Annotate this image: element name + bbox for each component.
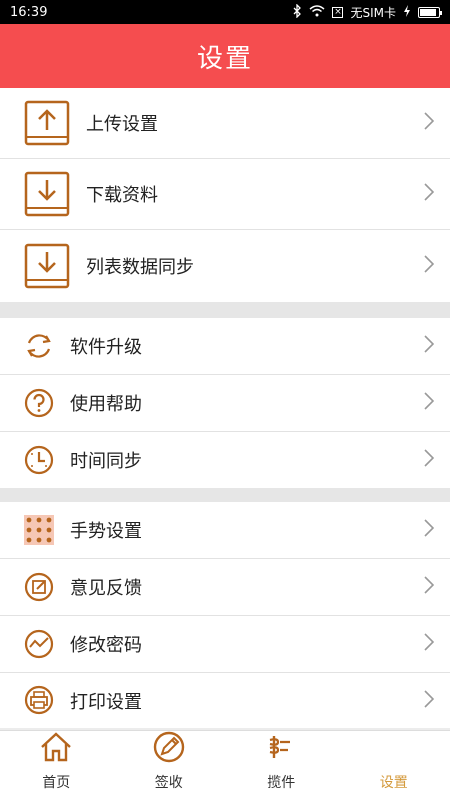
menu-item-list-sync[interactable]: 列表数据同步	[0, 230, 450, 302]
tab-home[interactable]: 首页	[0, 731, 113, 800]
section-divider	[0, 488, 450, 502]
gesture-grid-icon	[24, 515, 54, 545]
tab-pickup[interactable]: 揽件	[225, 731, 338, 800]
tab-label: 首页	[42, 775, 71, 791]
menu-item-change-password[interactable]: 修改密码	[0, 616, 450, 673]
menu-item-time-sync[interactable]: 时间同步	[0, 432, 450, 488]
tab-sign[interactable]: 签收	[113, 731, 226, 800]
help-icon	[24, 388, 54, 418]
menu-item-upload-settings[interactable]: 上传设置	[0, 88, 450, 159]
home-icon	[39, 730, 73, 768]
chevron-right-icon	[424, 183, 435, 205]
list-sync-icon	[24, 243, 70, 289]
clock-icon	[24, 445, 54, 475]
menu-item-label: 使用帮助	[70, 394, 142, 415]
no-sim-icon: ×	[332, 6, 344, 18]
menu-item-label: 手势设置	[70, 521, 142, 542]
menu-item-help[interactable]: 使用帮助	[0, 375, 450, 432]
chevron-right-icon	[424, 576, 435, 598]
chevron-right-icon	[424, 255, 435, 277]
tab-settings[interactable]: 设置	[338, 731, 450, 800]
tab-label: 设置	[379, 775, 408, 791]
battery-icon	[418, 6, 442, 18]
chevron-right-icon	[424, 449, 435, 471]
sign-pen-icon	[152, 730, 186, 768]
chevron-right-icon	[424, 519, 435, 541]
chevron-right-icon	[424, 689, 435, 712]
wifi-icon	[309, 4, 325, 20]
upload-icon	[24, 100, 70, 146]
menu-item-download-data[interactable]: 下载资料	[0, 159, 450, 230]
download-icon	[24, 171, 70, 217]
password-wave-icon	[24, 629, 54, 659]
tab-label: 签收	[154, 775, 183, 791]
chevron-right-icon	[424, 112, 435, 134]
menu-item-label: 意见反馈	[70, 578, 142, 599]
title-bar: 设置	[0, 24, 450, 88]
chevron-right-icon	[424, 392, 435, 414]
page-title: 设置	[196, 43, 253, 74]
menu-item-label: 上传设置	[86, 114, 158, 135]
tab-label: 揽件	[267, 775, 296, 791]
menu-item-gesture-settings[interactable]: 手势设置	[0, 502, 450, 559]
pickup-icon	[264, 730, 298, 768]
status-time: 16:39	[10, 4, 48, 20]
menu-item-label: 修改密码	[70, 635, 142, 656]
bottom-tab-bar: 首页 签收 揽件 设置	[0, 730, 450, 800]
charging-icon	[403, 4, 411, 20]
menu-item-print-settings[interactable]: 打印设置	[0, 673, 450, 728]
feedback-edit-icon	[24, 572, 54, 602]
menu-item-label: 下载资料	[86, 185, 158, 206]
menu-item-software-upgrade[interactable]: 软件升级	[0, 318, 450, 375]
settings-list: 上传设置 下载资料 列表数据同步 软件升级 使用帮助 时间同步 手势设置 意见反…	[0, 88, 450, 728]
chevron-right-icon	[424, 633, 435, 655]
menu-item-label: 时间同步	[70, 451, 142, 472]
carrier-text: 无SIM卡	[350, 5, 396, 20]
status-bar: 16:39 × 无SIM卡	[0, 0, 450, 24]
menu-item-label: 列表数据同步	[86, 257, 194, 278]
menu-item-label: 打印设置	[70, 691, 142, 713]
refresh-icon	[24, 331, 54, 361]
menu-item-label: 软件升级	[70, 337, 142, 358]
menu-item-feedback[interactable]: 意见反馈	[0, 559, 450, 616]
bluetooth-icon	[292, 2, 302, 21]
printer-icon	[24, 685, 54, 715]
chevron-right-icon	[424, 335, 435, 357]
section-divider	[0, 302, 450, 318]
